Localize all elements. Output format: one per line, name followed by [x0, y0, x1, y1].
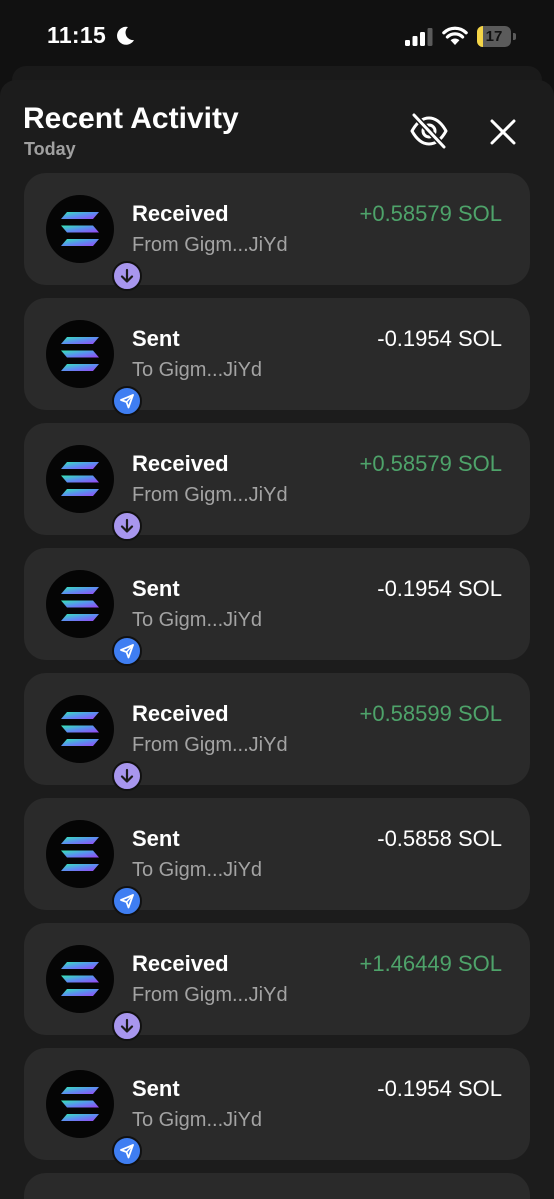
token-avatar — [46, 195, 142, 291]
activity-type: Received — [132, 201, 229, 226]
send-icon — [120, 644, 134, 659]
status-time: 11:15 — [47, 22, 107, 48]
solana-logo-icon — [61, 962, 99, 996]
activity-item[interactable]: Received From Gigm...JiYd +0.58599 SOL — [24, 673, 530, 791]
sent-badge — [112, 1136, 142, 1166]
activity-item[interactable]: Sent To Gigm...JiYd -0.5858 SOL — [24, 798, 530, 916]
token-avatar — [46, 695, 142, 791]
activity-amount: -0.1954 SOL — [377, 576, 502, 601]
close-button[interactable] — [484, 113, 522, 151]
activity-counterparty: From Gigm...JiYd — [132, 484, 288, 506]
battery-icon: 17 — [477, 26, 517, 47]
arrow-down-icon — [120, 768, 134, 783]
moon-icon — [117, 26, 134, 45]
token-avatar — [46, 570, 142, 666]
activity-counterparty: From Gigm...JiYd — [132, 234, 288, 256]
solana-logo-icon — [61, 1087, 99, 1121]
activity-item-partial[interactable] — [24, 1173, 530, 1199]
activity-amount: +0.58599 SOL — [359, 701, 502, 726]
arrow-down-icon — [120, 268, 134, 283]
sent-badge — [112, 886, 142, 916]
arrow-down-icon — [120, 518, 134, 533]
received-badge — [112, 1011, 142, 1041]
activity-type: Sent — [132, 826, 180, 851]
activity-amount: -0.5858 SOL — [377, 826, 502, 851]
activity-type: Sent — [132, 1076, 180, 1101]
send-icon — [120, 894, 134, 909]
token-avatar — [46, 1070, 142, 1166]
activity-type: Received — [132, 701, 229, 726]
sent-badge — [112, 386, 142, 416]
token-avatar — [46, 445, 142, 541]
hide-balance-button[interactable] — [405, 110, 453, 152]
token-avatar — [46, 320, 142, 416]
activity-amount: +0.58579 SOL — [359, 201, 502, 226]
activity-type: Sent — [132, 326, 180, 351]
activity-item[interactable]: Received From Gigm...JiYd +0.58579 SOL — [24, 423, 530, 541]
signal-icon — [405, 28, 433, 46]
activity-item[interactable]: Sent To Gigm...JiYd -0.1954 SOL — [24, 298, 530, 416]
activity-amount: +1.46449 SOL — [359, 951, 502, 976]
token-avatar — [46, 945, 142, 1041]
received-badge — [112, 511, 142, 541]
send-icon — [120, 394, 134, 409]
activity-counterparty: To Gigm...JiYd — [132, 1109, 263, 1131]
date-section-label: Today — [24, 139, 76, 159]
activity-amount: -0.1954 SOL — [377, 326, 502, 351]
activity-amount: -0.1954 SOL — [377, 1076, 502, 1101]
activity-counterparty: To Gigm...JiYd — [132, 609, 263, 631]
solana-logo-icon — [61, 462, 99, 496]
received-badge — [112, 261, 142, 291]
activity-type: Received — [132, 951, 229, 976]
activity-item[interactable]: Sent To Gigm...JiYd -0.1954 SOL — [24, 548, 530, 666]
solana-logo-icon — [61, 712, 99, 746]
activity-item[interactable]: Received From Gigm...JiYd +1.46449 SOL — [24, 923, 530, 1041]
wifi-icon — [442, 26, 468, 45]
activity-counterparty: To Gigm...JiYd — [132, 859, 263, 881]
received-badge — [112, 761, 142, 791]
activity-item[interactable]: Sent To Gigm...JiYd -0.1954 SOL — [24, 1048, 530, 1166]
eye-slash-icon — [410, 112, 448, 150]
solana-logo-icon — [61, 212, 99, 246]
send-icon — [120, 1144, 134, 1159]
solana-logo-icon — [61, 587, 99, 621]
token-avatar — [46, 820, 142, 916]
sent-badge — [112, 636, 142, 666]
activity-type: Received — [132, 451, 229, 476]
activity-amount: +0.58579 SOL — [359, 451, 502, 476]
close-icon — [490, 119, 516, 145]
activity-type: Sent — [132, 576, 180, 601]
activity-item[interactable]: Received From Gigm...JiYd +0.58579 SOL — [24, 173, 530, 291]
solana-logo-icon — [61, 837, 99, 871]
arrow-down-icon — [120, 1018, 134, 1033]
battery-level: 17 — [485, 28, 503, 45]
activity-counterparty: From Gigm...JiYd — [132, 734, 288, 756]
recent-activity-sheet: Recent Activity Today Received From Gigm.… — [0, 80, 554, 1199]
solana-logo-icon — [61, 337, 99, 371]
sheet-title: Recent Activity — [23, 102, 239, 135]
activity-counterparty: From Gigm...JiYd — [132, 984, 288, 1006]
activity-counterparty: To Gigm...JiYd — [132, 359, 263, 381]
